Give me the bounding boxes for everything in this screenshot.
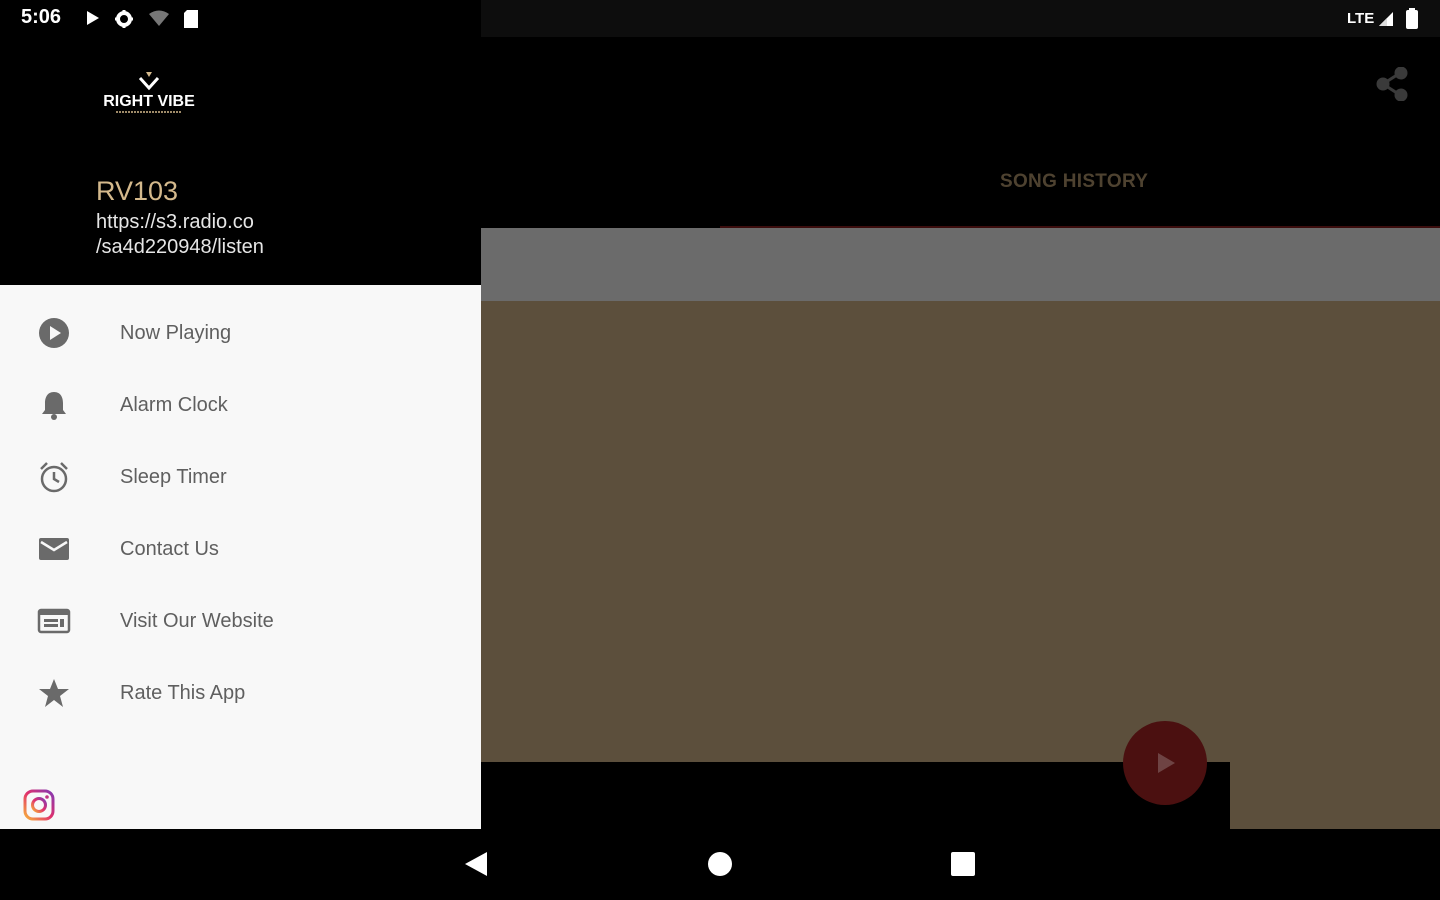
station-name: RV103 (96, 176, 179, 206)
app-bar (481, 37, 1440, 227)
instagram-icon[interactable] (22, 788, 56, 822)
battery-icon (1406, 8, 1418, 29)
menu-item-label: Sleep Timer (120, 466, 227, 488)
navigation-drawer: Now Playing Alarm Clock Sleep Timer Cont… (0, 285, 481, 829)
station-url-line1: https://s3.radio.co (96, 211, 254, 233)
menu-item-alarm-clock[interactable]: Alarm Clock (0, 370, 481, 442)
wifi-off-icon (149, 10, 169, 26)
network-type: LTE (1347, 10, 1375, 27)
content-area (481, 301, 1440, 829)
share-icon[interactable] (1376, 67, 1408, 101)
envelope-icon (39, 538, 69, 560)
play-icon (1158, 753, 1175, 773)
menu-item-label: Rate This App (120, 682, 246, 704)
recents-icon[interactable] (950, 851, 976, 877)
menu-item-label: Contact Us (120, 538, 219, 560)
sd-card-icon (184, 10, 198, 28)
menu-item-rate-app[interactable]: Rate This App (0, 658, 481, 730)
menu-item-label: Visit Our Website (120, 610, 274, 632)
status-bar-right (481, 0, 1440, 37)
menu-item-contact-us[interactable]: Contact Us (0, 514, 481, 586)
logo-text: RIGHT VIBE (103, 93, 195, 110)
alarm-clock-icon (40, 462, 68, 493)
home-icon[interactable] (707, 851, 733, 877)
signal-icon (1379, 12, 1393, 26)
right-vibe-logo: RIGHT VIBE (103, 72, 195, 113)
play-fab-button[interactable] (1123, 721, 1207, 805)
song-info-band (481, 228, 1440, 301)
settings-status-icon (115, 10, 133, 28)
tab-song-history[interactable]: SONG HISTORY (1000, 171, 1148, 193)
bell-icon (42, 392, 66, 420)
menu-item-sleep-timer[interactable]: Sleep Timer (0, 442, 481, 514)
web-icon (37, 608, 71, 634)
status-clock: 5:06 (21, 6, 62, 28)
menu-item-label: Alarm Clock (120, 394, 228, 416)
star-icon (39, 679, 69, 707)
play-circle-icon (39, 318, 69, 348)
back-icon[interactable] (463, 850, 489, 878)
menu-item-visit-website[interactable]: Visit Our Website (0, 586, 481, 658)
menu-item-now-playing[interactable]: Now Playing (0, 298, 481, 370)
station-url-line2: /sa4d220948/listen (96, 236, 264, 258)
player-bar (481, 762, 1230, 829)
station-url: https://s3.radio.co /sa4d220948/listen (96, 210, 416, 260)
play-status-icon (87, 11, 99, 25)
menu-item-label: Now Playing (120, 322, 232, 344)
